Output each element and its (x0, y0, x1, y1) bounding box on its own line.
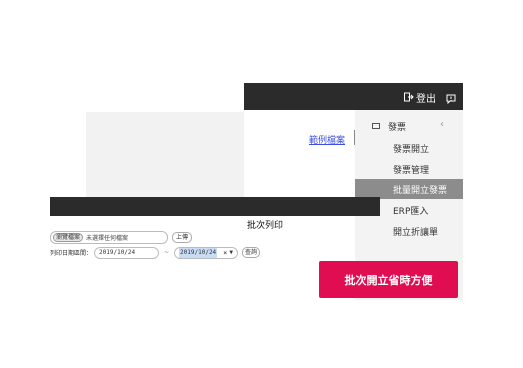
query-button[interactable]: 查詢 (242, 247, 261, 258)
logout-label: 登出 (416, 93, 436, 105)
browse-file-button[interactable]: 瀏覽檔案 (53, 233, 84, 242)
end-date-input[interactable]: 2019/10/24 × ▼ (174, 246, 239, 259)
end-date-value: 2019/10/24 (179, 247, 218, 258)
date-range-label: 列印日期區間： (50, 250, 93, 257)
upload-button[interactable]: 上傳 (172, 232, 193, 243)
top-navbar: 登出 (244, 83, 463, 110)
modal-title: 批次列印 (247, 221, 284, 231)
clear-icon[interactable]: × (223, 248, 227, 258)
date-separator: ~ (164, 249, 170, 256)
start-date-input[interactable]: 2019/10/24 (94, 246, 160, 259)
sidebar-parent-label: 發票 (388, 122, 407, 133)
sidebar-item-batch-issue[interactable]: 批量開立發票 (355, 179, 463, 199)
file-input[interactable]: 瀏覽檔案 未選擇任何檔案 (50, 231, 168, 244)
sample-file-link[interactable]: 範例檔案 (309, 133, 345, 146)
sidebar-item-label: ERP匯入 (393, 206, 429, 217)
modal-header-bar (50, 197, 380, 216)
sidebar-item-allowance[interactable]: 開立折讓單 (355, 221, 463, 241)
divider (354, 130, 355, 145)
sidebar-item-manage-invoice[interactable]: 發票管理 (355, 159, 463, 179)
logout-button[interactable]: 登出 (404, 88, 436, 106)
file-upload-row: 瀏覽檔案 未選擇任何檔案 上傳 (50, 231, 193, 244)
sidebar-item-label: 開立折讓單 (393, 227, 439, 238)
file-status-text: 未選擇任何檔案 (86, 235, 129, 242)
sidebar-item-label: 發票開立 (393, 144, 430, 155)
sidebar-item-issue-invoice[interactable]: 發票開立 (355, 138, 463, 158)
monitor-icon (372, 122, 380, 129)
chat-icon (446, 94, 456, 105)
sidebar-item-label: 發票管理 (393, 165, 430, 176)
caret-down-icon[interactable]: ▼ (229, 248, 233, 258)
logout-icon (404, 92, 414, 102)
chevron-left-icon: ‹ (440, 119, 444, 130)
date-filter-row: 列印日期區間： 2019/10/24 ~ 2019/10/24 × ▼ 查詢 (50, 246, 261, 259)
batch-issue-cta-button[interactable]: 批次開立省時方便 (319, 261, 458, 298)
sidebar-item-invoice[interactable]: 發票 ‹ (355, 117, 463, 135)
chat-button[interactable] (446, 89, 456, 108)
content-placeholder (86, 112, 244, 198)
sidebar-item-label: 批量開立發票 (393, 185, 448, 196)
